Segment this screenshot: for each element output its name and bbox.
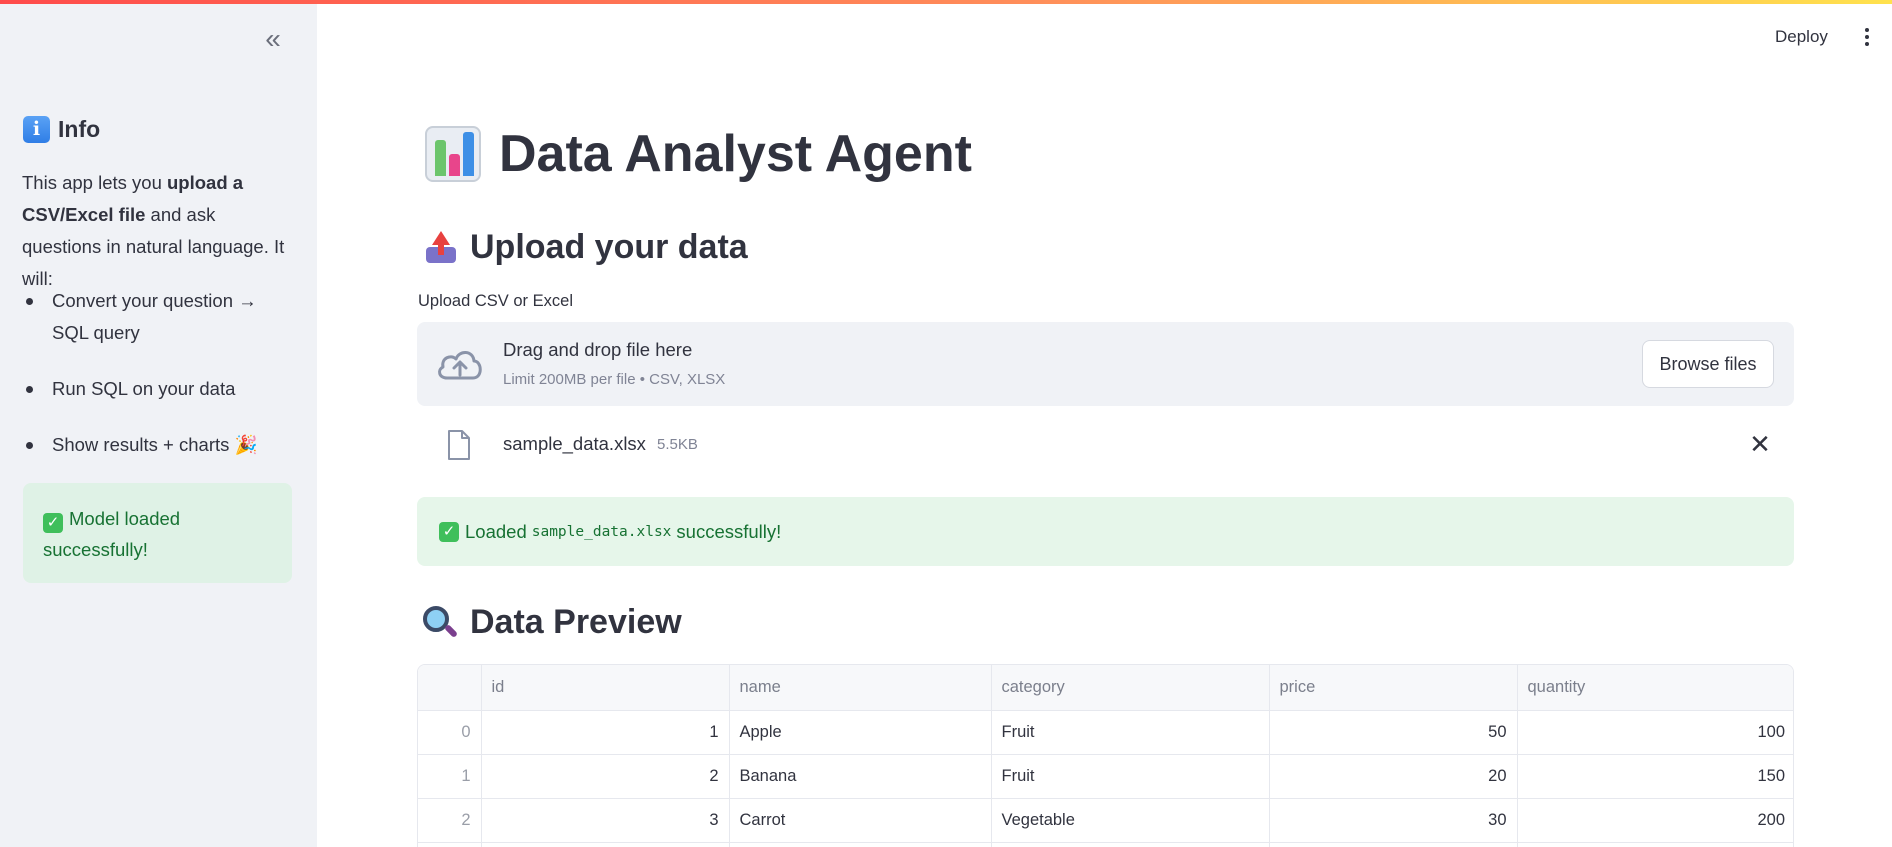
preview-heading-text: Data Preview	[470, 603, 682, 641]
table-row	[418, 842, 1793, 847]
check-icon: ✓	[43, 513, 63, 533]
cell-name[interactable]	[729, 842, 992, 847]
table-row: 2 3 Carrot Vegetable 30 200	[418, 798, 1793, 843]
bullet-icon	[26, 386, 33, 393]
upload-success-alert: ✓ Loaded sample_data.xlsx successfully!	[417, 497, 1794, 566]
dropzone-limit: Limit 200MB per file • CSV, XLSX	[503, 371, 726, 388]
column-header-price[interactable]: price	[1269, 665, 1518, 711]
row-index: 0	[418, 710, 482, 755]
cell-name[interactable]: Carrot	[729, 798, 992, 843]
cell-id[interactable]	[481, 842, 730, 847]
bullet-icon	[26, 298, 33, 305]
list-item: Run SQL on your data	[22, 373, 298, 405]
list-item-label: Run SQL on your data	[52, 378, 236, 399]
more-options-icon[interactable]	[1862, 28, 1872, 50]
cell-price[interactable]: 50	[1269, 710, 1518, 755]
preview-heading: Data Preview	[422, 603, 682, 642]
list-item-label: Show results + charts 🎉	[52, 434, 258, 455]
top-decoration-stripe	[0, 0, 1892, 4]
cloud-upload-icon	[438, 351, 482, 380]
cell-price[interactable]	[1269, 842, 1518, 847]
deploy-button[interactable]: Deploy	[1775, 27, 1828, 47]
info-icon: i	[23, 116, 50, 143]
cell-id[interactable]: 2	[481, 754, 730, 799]
cell-name[interactable]: Apple	[729, 710, 992, 755]
cell-quantity[interactable]: 150	[1517, 754, 1793, 799]
uploaded-file-row: sample_data.xlsx 5.5KB ✕	[417, 425, 1794, 469]
magnifier-icon	[422, 605, 459, 641]
check-icon: ✓	[439, 521, 459, 542]
sidebar-feature-list: Convert your question → SQL query Run SQ…	[22, 285, 298, 485]
uploaded-file-name: sample_data.xlsx	[503, 433, 646, 454]
table-header-row: id name category price quantity	[418, 665, 1793, 711]
dropzone-title: Drag and drop file here	[503, 339, 693, 360]
upload-heading: Upload your data	[424, 228, 748, 267]
cell-name[interactable]: Banana	[729, 754, 992, 799]
row-index	[418, 842, 482, 847]
column-header-id[interactable]: id	[481, 665, 730, 711]
column-header-index[interactable]	[418, 665, 482, 711]
collapse-sidebar-icon[interactable]: «	[258, 25, 288, 54]
cell-category[interactable]: Vegetable	[991, 798, 1270, 843]
cell-quantity[interactable]: 200	[1517, 798, 1793, 843]
data-preview-table[interactable]: id name category price quantity 0 1 Appl…	[417, 664, 1794, 847]
upload-tray-icon	[424, 230, 458, 265]
remove-file-close-icon[interactable]: ✕	[1747, 431, 1773, 457]
row-index: 2	[418, 798, 482, 843]
success-suffix: successfully!	[676, 520, 782, 542]
column-header-name[interactable]: name	[729, 665, 992, 711]
model-status-alert: ✓ Model loaded successfully!	[23, 483, 292, 583]
list-item-label: Convert your question → SQL query	[52, 290, 257, 343]
cell-id[interactable]: 3	[481, 798, 730, 843]
table-row: 0 1 Apple Fruit 50 100	[418, 710, 1793, 755]
table-row: 1 2 Banana Fruit 20 150	[418, 754, 1793, 799]
sidebar-intro: This app lets you upload a CSV/Excel fil…	[22, 167, 298, 295]
page-title: Data Analyst Agent	[425, 124, 972, 184]
success-prefix: Loaded	[465, 520, 527, 542]
list-item: Show results + charts 🎉	[22, 429, 298, 461]
uploaded-file-size: 5.5KB	[657, 436, 698, 453]
cell-quantity[interactable]: 100	[1517, 710, 1793, 755]
column-header-category[interactable]: category	[991, 665, 1270, 711]
cell-price[interactable]: 20	[1269, 754, 1518, 799]
cell-quantity[interactable]	[1517, 842, 1793, 847]
upload-field-label: Upload CSV or Excel	[418, 292, 573, 310]
cell-category[interactable]	[991, 842, 1270, 847]
sidebar-heading: i Info	[23, 116, 100, 143]
file-dropzone[interactable]: Drag and drop file here Limit 200MB per …	[417, 322, 1794, 406]
cell-category[interactable]: Fruit	[991, 710, 1270, 755]
page-title-text: Data Analyst Agent	[499, 125, 972, 183]
upload-heading-text: Upload your data	[470, 228, 748, 266]
cell-category[interactable]: Fruit	[991, 754, 1270, 799]
column-header-quantity[interactable]: quantity	[1517, 665, 1793, 711]
row-index: 1	[418, 754, 482, 799]
sidebar-heading-text: Info	[58, 116, 101, 142]
bullet-icon	[26, 442, 33, 449]
list-item: Convert your question → SQL query	[22, 285, 298, 349]
intro-prefix: This app lets you	[22, 172, 167, 193]
success-filename: sample_data.xlsx	[531, 523, 672, 540]
bar-chart-icon	[425, 126, 481, 182]
cell-id[interactable]: 1	[481, 710, 730, 755]
cell-price[interactable]: 30	[1269, 798, 1518, 843]
model-status-text: Model loaded successfully!	[43, 508, 181, 560]
sidebar: « i Info This app lets you upload a CSV/…	[0, 0, 317, 847]
browse-files-button[interactable]: Browse files	[1642, 340, 1774, 388]
file-icon	[448, 430, 470, 460]
